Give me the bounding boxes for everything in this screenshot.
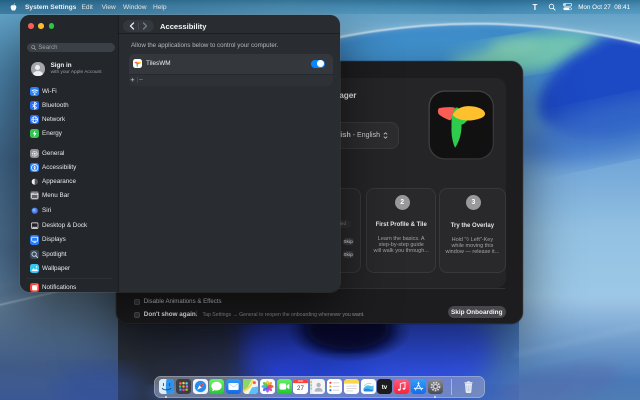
svg-text:MON: MON <box>298 380 304 383</box>
svg-text:tv: tv <box>382 384 388 391</box>
svg-text:27: 27 <box>297 385 304 392</box>
